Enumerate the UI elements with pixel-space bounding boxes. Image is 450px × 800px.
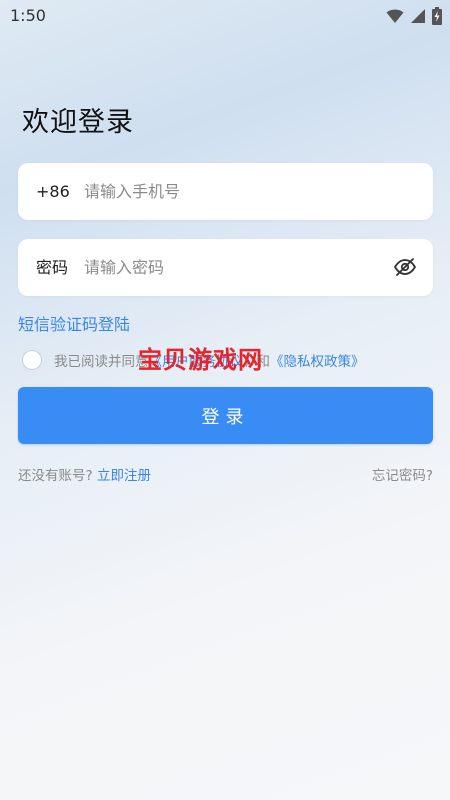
phone-field-card: +86 — [18, 163, 433, 220]
sms-login-link[interactable]: 短信验证码登陆 — [18, 311, 130, 335]
login-button[interactable]: 登录 — [18, 387, 433, 444]
status-time: 1:50 — [10, 6, 46, 25]
register-row: 还没有账号? 立即注册 — [18, 464, 151, 484]
status-bar: 1:50 — [0, 0, 450, 32]
agreement-row: 我已阅读并同意《用户服务协议》和《隐私权政策》 — [22, 348, 365, 372]
status-icons — [386, 7, 442, 25]
privacy-policy-link[interactable]: 《隐私权政策》 — [270, 354, 365, 370]
agreement-checkbox[interactable] — [22, 350, 42, 370]
page-title: 欢迎登录 — [22, 107, 134, 138]
forgot-password-link[interactable]: 忘记密码? — [372, 464, 433, 484]
password-label: 密码 — [36, 258, 69, 277]
agreement-prefix: 我已阅读并同意 — [54, 354, 149, 370]
phone-input[interactable] — [84, 163, 384, 220]
agreement-text: 我已阅读并同意《用户服务协议》和《隐私权政策》 — [54, 350, 365, 370]
no-account-text: 还没有账号? — [18, 468, 93, 484]
password-field-card: 密码 — [18, 239, 433, 296]
agreement-conjunction: 和 — [256, 354, 271, 370]
wifi-icon — [386, 8, 404, 24]
country-code[interactable]: +86 — [36, 163, 70, 220]
register-link[interactable]: 立即注册 — [97, 468, 151, 484]
password-input[interactable] — [84, 239, 384, 296]
user-agreement-link[interactable]: 《用户服务协议》 — [149, 354, 257, 370]
eye-off-icon[interactable] — [393, 255, 417, 279]
battery-charging-icon — [432, 7, 442, 25]
cellular-signal-icon — [410, 8, 426, 24]
